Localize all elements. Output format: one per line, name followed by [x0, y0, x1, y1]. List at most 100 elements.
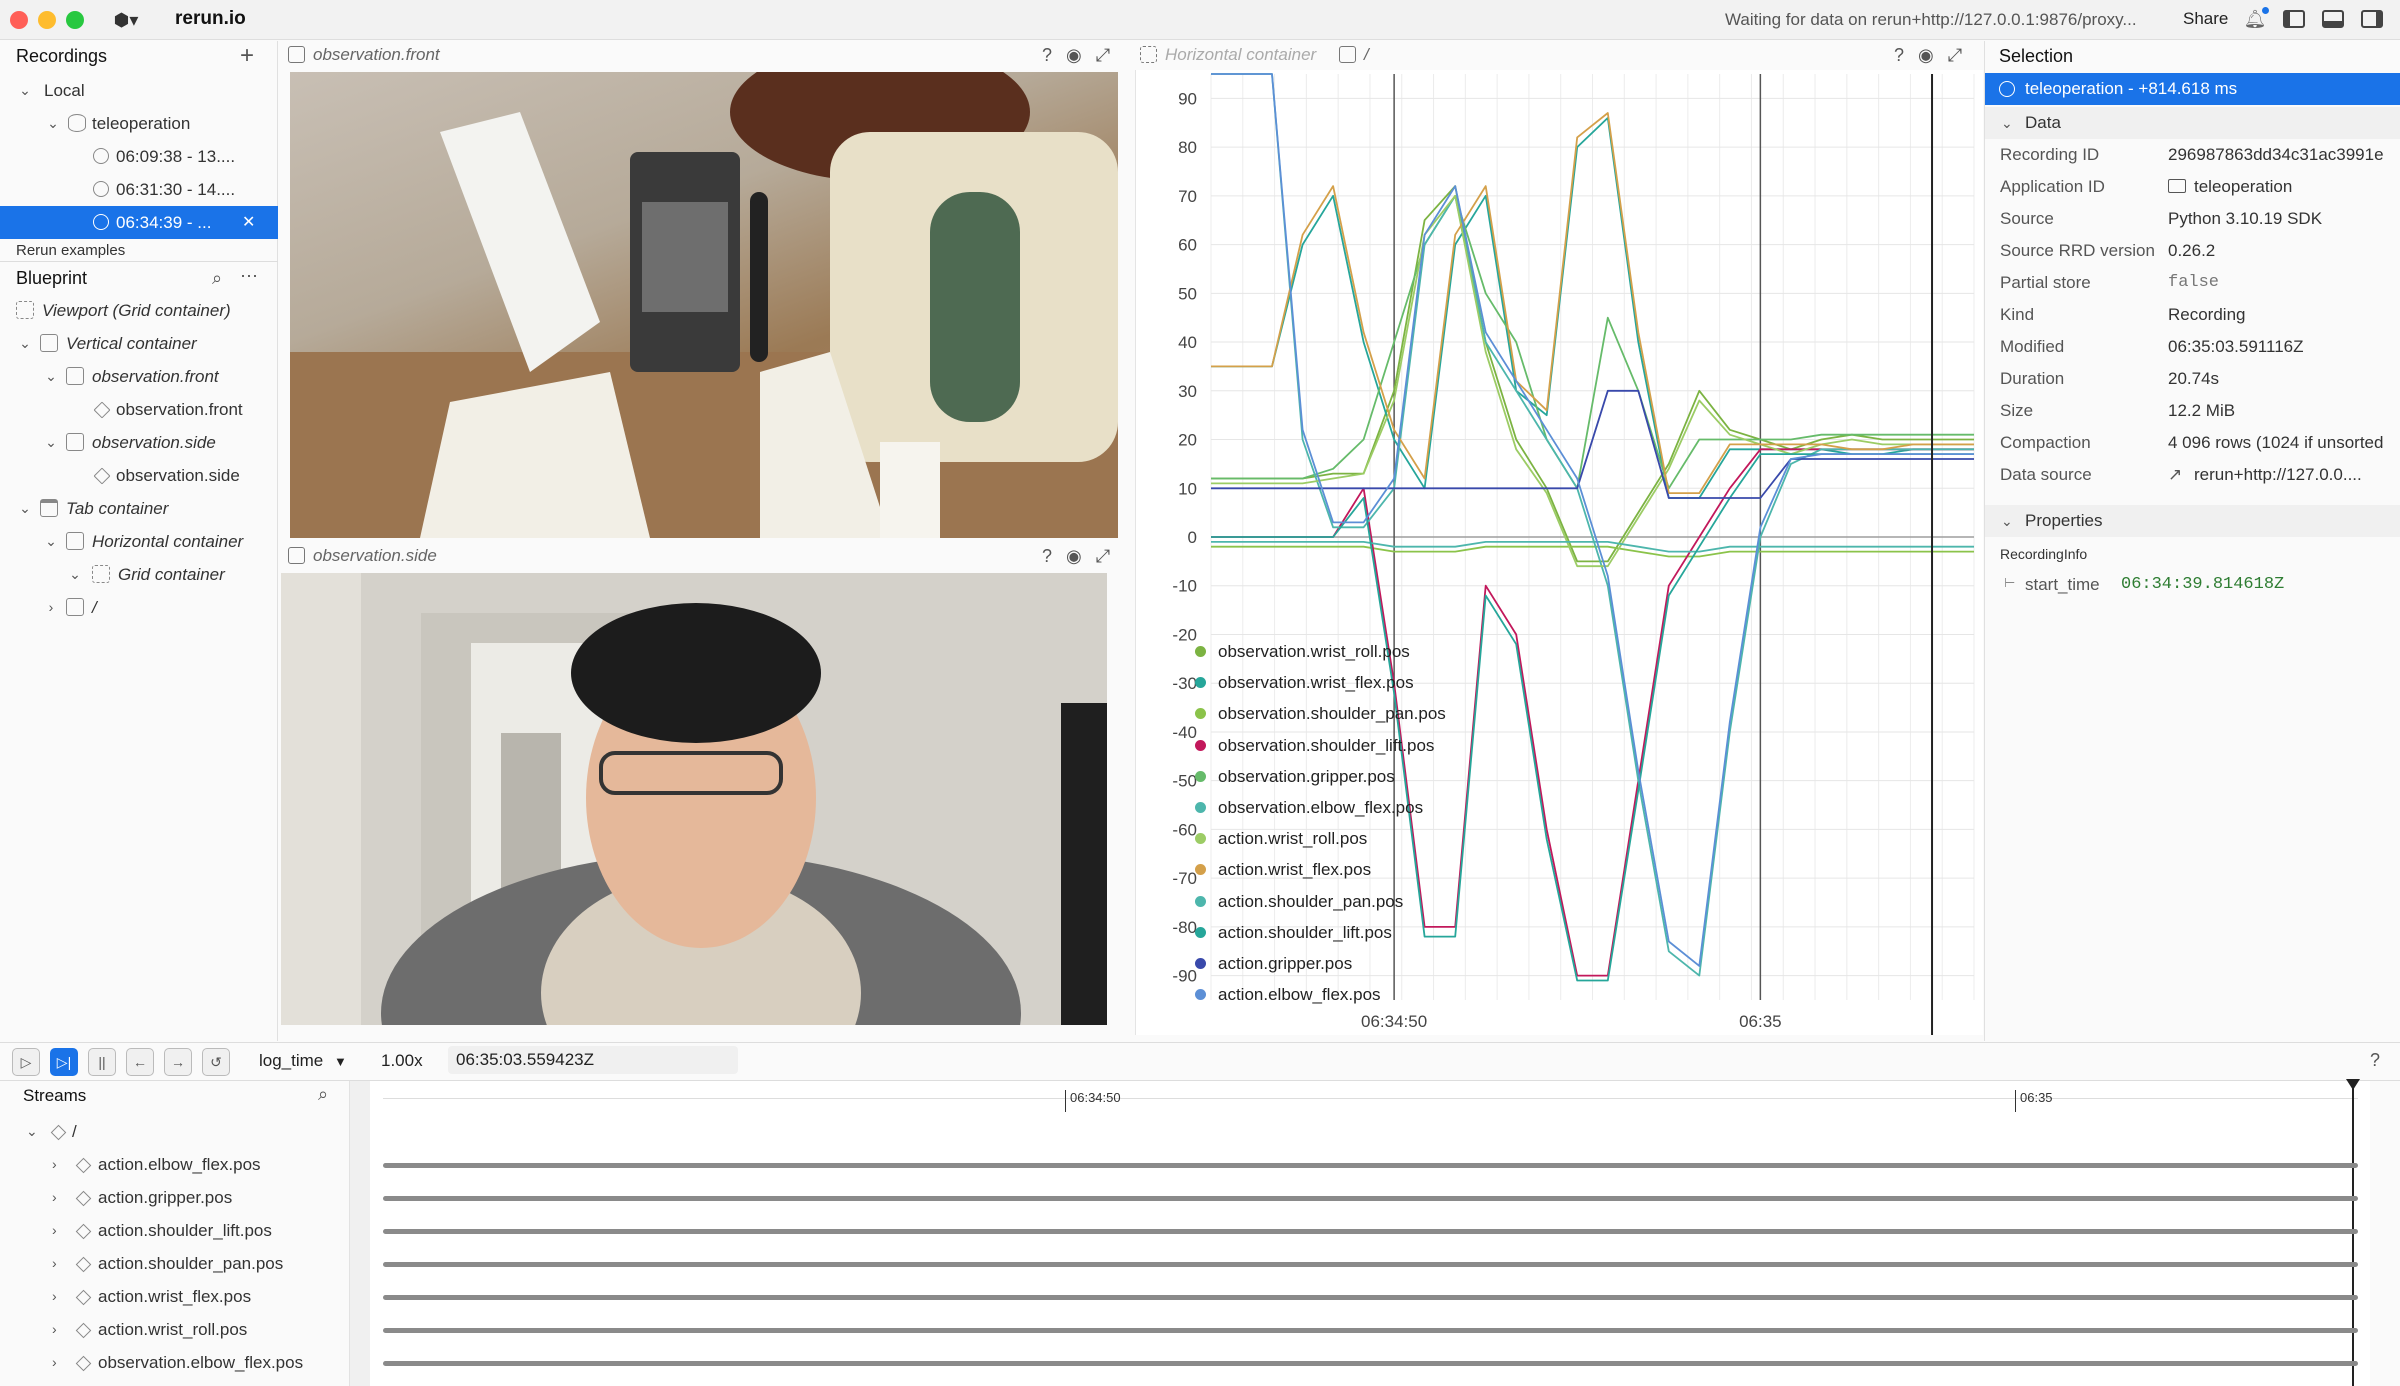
field-value[interactable]: teleoperation — [2168, 177, 2400, 197]
share-button[interactable]: Share — [2183, 9, 2228, 29]
blueprint-horizontal-container[interactable]: ⌄ Horizontal container — [0, 525, 278, 558]
chevron-right-icon[interactable]: › — [52, 1280, 57, 1313]
legend-entry[interactable]: observation.wrist_roll.pos — [1195, 636, 1410, 667]
chevron-down-icon[interactable]: ⌄ — [2001, 107, 2013, 139]
zoom-window-button[interactable] — [66, 11, 84, 29]
play-button[interactable]: ▷ — [12, 1048, 40, 1076]
horizontal-container-tab[interactable]: Horizontal container — [1165, 45, 1316, 64]
legend-entry[interactable]: observation.elbow_flex.pos — [1195, 792, 1423, 823]
chevron-down-icon[interactable]: ⌄ — [26, 1115, 38, 1148]
blueprint-entity-side[interactable]: observation.side — [0, 459, 278, 492]
stream-data-bar[interactable] — [383, 1196, 2358, 1201]
recording-item[interactable]: 06:31:30 - 14.... — [0, 173, 278, 206]
blueprint-view-side[interactable]: ⌄ observation.side — [0, 426, 278, 459]
front-camera-image[interactable] — [290, 72, 1118, 538]
stream-row[interactable]: › observation.elbow_flex.pos — [0, 1346, 350, 1379]
follow-button[interactable]: ▷| — [50, 1048, 78, 1076]
recording-item-selected[interactable]: 06:34:39 - ... ✕ — [0, 206, 278, 239]
time-cursor-handle[interactable] — [2346, 1079, 2360, 1090]
timeline-selector[interactable]: log_time ▼ — [259, 1051, 347, 1071]
stream-data-bar[interactable] — [383, 1295, 2358, 1300]
chevron-right-icon[interactable]: › — [52, 1148, 57, 1181]
search-icon[interactable]: ⌕ — [212, 263, 222, 293]
chevron-right-icon[interactable]: › — [52, 1346, 57, 1379]
chevron-down-icon[interactable]: ⌄ — [42, 360, 60, 393]
stream-row[interactable]: › action.wrist_roll.pos — [0, 1313, 350, 1346]
rerun-logo-menu-icon[interactable]: ⬢▾ — [108, 8, 144, 32]
stream-row[interactable]: › action.gripper.pos — [0, 1181, 350, 1214]
legend-entry[interactable]: action.elbow_flex.pos — [1195, 979, 1381, 1010]
more-options-icon[interactable]: ⋯ — [240, 261, 258, 291]
selected-item[interactable]: teleoperation - +814.618 ms — [1985, 73, 2400, 105]
legend-entry[interactable]: observation.wrist_flex.pos — [1195, 667, 1414, 698]
chevron-down-icon[interactable]: ⌄ — [16, 327, 34, 360]
stream-row[interactable]: › action.elbow_flex.pos — [0, 1148, 350, 1181]
chevron-down-icon[interactable]: ⌄ — [42, 426, 60, 459]
stream-data-bar[interactable] — [383, 1262, 2358, 1267]
rerun-examples-header[interactable]: Rerun examples — [0, 241, 278, 261]
toggle-right-panel-icon[interactable] — [2361, 10, 2383, 28]
add-recording-icon[interactable]: + — [240, 41, 254, 71]
legend-entry[interactable]: action.wrist_roll.pos — [1195, 823, 1367, 854]
properties-section-header[interactable]: ⌄ Properties — [1985, 505, 2400, 537]
search-icon[interactable]: ⌕ — [318, 1084, 328, 1105]
legend-entry[interactable]: action.shoulder_pan.pos — [1195, 886, 1403, 917]
pause-button[interactable]: || — [88, 1048, 116, 1076]
side-view-title[interactable]: observation.side — [313, 546, 437, 565]
blueprint-plot-view[interactable]: › / — [0, 591, 278, 624]
close-recording-icon[interactable]: ✕ — [242, 206, 255, 239]
chevron-down-icon[interactable]: ⌄ — [66, 558, 84, 591]
chevron-down-icon[interactable]: ⌄ — [42, 525, 60, 558]
recording-item[interactable]: 06:09:38 - 13.... — [0, 140, 278, 173]
visibility-eye-icon[interactable]: ◉ — [1066, 546, 1082, 566]
minimize-window-button[interactable] — [38, 11, 56, 29]
chevron-down-icon[interactable]: ⌄ — [2001, 505, 2013, 537]
chevron-right-icon[interactable]: › — [52, 1214, 57, 1247]
blueprint-vertical-container[interactable]: ⌄ Vertical container — [0, 327, 278, 360]
field-value[interactable]: ↗ rerun+http://127.0.0.... — [2168, 465, 2400, 485]
help-icon[interactable]: ? — [1042, 546, 1052, 566]
chevron-right-icon[interactable]: › — [42, 591, 60, 624]
stream-row[interactable]: › action.wrist_flex.pos — [0, 1280, 350, 1313]
close-window-button[interactable] — [10, 11, 28, 29]
legend-entry[interactable]: action.shoulder_lift.pos — [1195, 917, 1392, 948]
stream-data-bar[interactable] — [383, 1229, 2358, 1234]
step-forward-button[interactable]: → — [164, 1048, 192, 1076]
blueprint-view-front[interactable]: ⌄ observation.front — [0, 360, 278, 393]
chevron-right-icon[interactable]: › — [52, 1313, 57, 1346]
loop-button[interactable]: ↺ — [202, 1048, 230, 1076]
blueprint-entity-front[interactable]: observation.front — [0, 393, 278, 426]
blueprint-grid-container[interactable]: ⌄ Grid container — [0, 558, 278, 591]
chevron-down-icon[interactable]: ⌄ — [44, 107, 62, 140]
stream-row[interactable]: › action.shoulder_pan.pos — [0, 1247, 350, 1280]
maximize-icon[interactable]: ⤢ — [1096, 45, 1110, 65]
help-icon[interactable]: ? — [1042, 45, 1052, 65]
visibility-eye-icon[interactable]: ◉ — [1066, 45, 1082, 65]
chevron-right-icon[interactable]: › — [52, 1181, 57, 1214]
stream-row[interactable]: › action.shoulder_lift.pos — [0, 1214, 350, 1247]
legend-entry[interactable]: observation.shoulder_pan.pos — [1195, 698, 1446, 729]
field-value[interactable]: 296987863dd34c31ac3991e — [2168, 145, 2400, 165]
legend-entry[interactable]: action.wrist_flex.pos — [1195, 854, 1371, 885]
maximize-icon[interactable]: ⤢ — [1948, 45, 1962, 65]
toggle-bottom-panel-icon[interactable] — [2322, 10, 2344, 28]
stream-root[interactable]: ⌄ / — [0, 1115, 350, 1148]
chevron-down-icon[interactable]: ⌄ — [16, 492, 34, 525]
step-back-button[interactable]: ← — [126, 1048, 154, 1076]
blueprint-viewport[interactable]: Viewport (Grid container) — [0, 294, 278, 327]
legend-entry[interactable]: action.gripper.pos — [1195, 948, 1352, 979]
stream-data-bar[interactable] — [383, 1361, 2358, 1366]
data-section-header[interactable]: ⌄ Data — [1985, 107, 2400, 139]
chevron-right-icon[interactable]: › — [52, 1247, 57, 1280]
tree-local[interactable]: ⌄ Local — [0, 74, 278, 107]
stream-data-bar[interactable] — [383, 1163, 2358, 1168]
legend-entry[interactable]: observation.gripper.pos — [1195, 761, 1395, 792]
visibility-eye-icon[interactable]: ◉ — [1918, 45, 1934, 65]
maximize-icon[interactable]: ⤢ — [1096, 546, 1110, 566]
help-icon[interactable]: ? — [1894, 45, 1904, 65]
help-icon[interactable]: ? — [2370, 1050, 2380, 1071]
chevron-down-icon[interactable]: ⌄ — [16, 74, 34, 107]
stream-data-bar[interactable] — [383, 1328, 2358, 1333]
front-view-title[interactable]: observation.front — [313, 45, 440, 64]
legend-entry[interactable]: observation.shoulder_lift.pos — [1195, 730, 1434, 761]
